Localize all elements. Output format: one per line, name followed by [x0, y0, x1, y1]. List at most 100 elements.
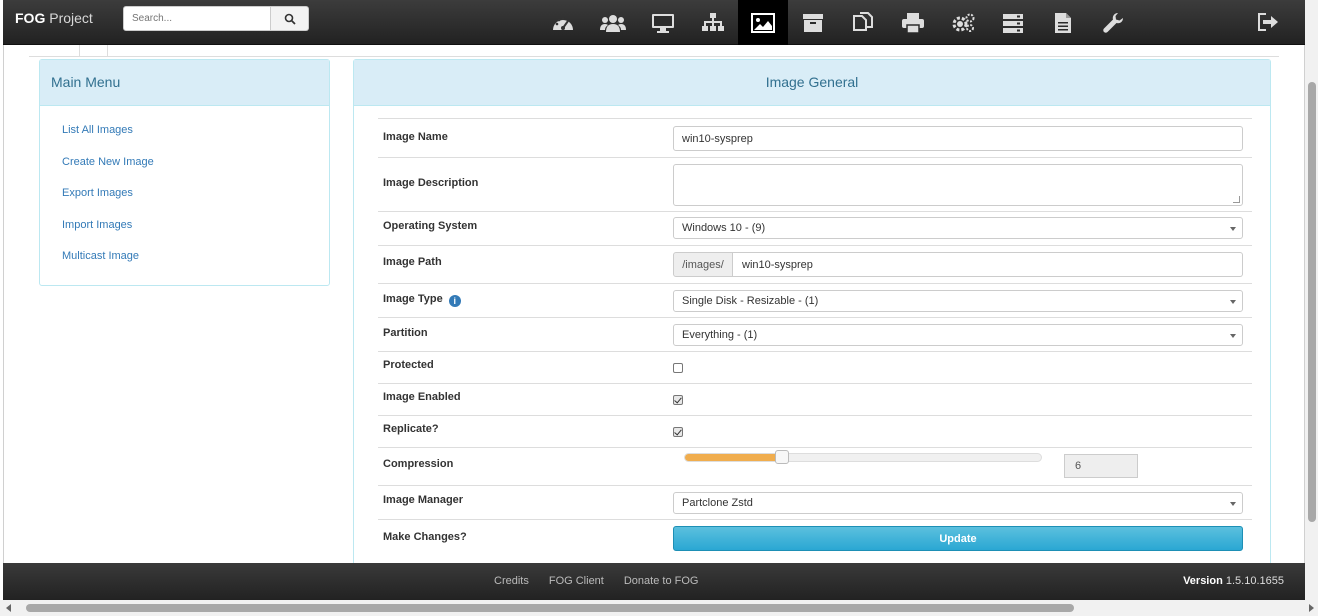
compression-slider-handle[interactable] — [775, 450, 789, 464]
image-enabled-checkbox[interactable] — [673, 395, 683, 405]
row-compression: Compression 6 — [378, 447, 1252, 485]
horizontal-scroll-thumb[interactable] — [26, 604, 1074, 612]
partition-value: Everything - (1) — [682, 329, 758, 341]
tab-strip — [29, 45, 1279, 57]
version-number: 1.5.10.1655 — [1225, 575, 1284, 587]
file-icon — [1055, 12, 1071, 33]
logout-button[interactable] — [1255, 10, 1281, 34]
scroll-left-icon[interactable] — [6, 604, 11, 612]
vertical-scrollbar[interactable] — [1305, 0, 1318, 600]
nav-tasks[interactable] — [988, 0, 1038, 45]
row-image-description: Image Description — [378, 157, 1252, 211]
image-general-title: Image General — [354, 60, 1270, 106]
image-general-panel: Image General Image Name win10-sysprep I… — [353, 59, 1271, 569]
operating-system-value: Windows 10 - (9) — [682, 222, 766, 234]
archive-icon — [803, 13, 823, 32]
chevron-down-icon — [1230, 334, 1236, 338]
label-image-description: Image Description — [383, 177, 479, 189]
info-icon[interactable]: i — [448, 295, 461, 307]
label-partition: Partition — [383, 327, 428, 339]
label-image-path: Image Path — [383, 256, 442, 268]
scroll-right-icon[interactable] — [1309, 604, 1314, 612]
copy-icon — [853, 11, 873, 31]
replicate-checkbox[interactable] — [673, 427, 683, 437]
label-operating-system: Operating System — [383, 220, 478, 232]
chevron-down-icon — [1230, 300, 1236, 304]
image-path-prefix: /images/ — [673, 252, 733, 277]
nav-hosts[interactable] — [638, 0, 688, 45]
content-frame: Main Menu List All Images Create New Ima… — [3, 45, 1305, 569]
monitor-icon — [652, 13, 674, 33]
main-menu-panel: Main Menu List All Images Create New Ima… — [39, 59, 330, 286]
image-description-textarea[interactable] — [673, 164, 1243, 206]
menu-item-import-images[interactable]: Import Images — [62, 219, 329, 251]
brand-rest: Project — [45, 10, 93, 26]
nav-printers[interactable] — [888, 0, 938, 45]
top-navbar: FOG Project — [3, 0, 1305, 45]
compression-slider-fill — [685, 454, 782, 461]
compression-slider[interactable] — [684, 450, 1042, 464]
nav-dashboard[interactable] — [538, 0, 588, 45]
image-path-input[interactable]: win10-sysprep — [733, 252, 1243, 277]
dashboard-icon — [553, 16, 573, 30]
nav-snapins[interactable] — [838, 0, 888, 45]
footer-link-donate[interactable]: Donate to FOG — [624, 575, 699, 587]
vertical-scroll-thumb[interactable] — [1308, 82, 1316, 522]
label-compression: Compression — [383, 458, 454, 470]
search-button[interactable] — [271, 6, 309, 31]
label-make-changes: Make Changes? — [383, 531, 467, 543]
nav-images[interactable] — [738, 0, 788, 45]
footer-link-fog-client[interactable]: FOG Client — [549, 575, 604, 587]
image-icon — [751, 12, 775, 33]
tab-info[interactable] — [39, 45, 42, 51]
sitemap-icon — [702, 12, 724, 31]
brand-strong: FOG — [15, 10, 46, 26]
sign-out-icon — [1258, 13, 1278, 31]
users-icon — [600, 14, 626, 32]
footer-link-credits[interactable]: Credits — [494, 575, 529, 587]
nav-settings[interactable] — [1088, 0, 1138, 45]
row-image-path: Image Path /images/ win10-sysprep — [378, 245, 1252, 283]
row-protected: Protected — [378, 351, 1252, 383]
nav-services[interactable] — [938, 0, 988, 45]
row-make-changes: Make Changes? Update — [378, 519, 1252, 559]
resize-grip[interactable] — [1233, 196, 1240, 203]
label-protected: Protected — [383, 359, 434, 371]
nav-users[interactable] — [588, 0, 638, 45]
footer-version: Version 1.5.10.1655 — [1183, 575, 1284, 587]
chevron-down-icon — [1230, 502, 1236, 506]
label-image-type-wrap: Image Type i — [383, 293, 461, 307]
label-image-enabled: Image Enabled — [383, 391, 461, 403]
image-name-input[interactable]: win10-sysprep — [673, 126, 1243, 151]
menu-item-export-images[interactable]: Export Images — [62, 187, 329, 219]
label-replicate: Replicate? — [383, 423, 439, 435]
horizontal-scrollbar[interactable] — [0, 600, 1318, 616]
tab-general[interactable] — [79, 45, 109, 56]
footer-links: Credits FOG Client Donate to FOG — [494, 575, 698, 587]
brand-logo[interactable]: FOG Project — [15, 10, 93, 26]
search-input[interactable] — [123, 6, 271, 31]
nav-reports[interactable] — [1038, 0, 1088, 45]
nav-groups[interactable] — [688, 0, 738, 45]
menu-item-multicast-image[interactable]: Multicast Image — [62, 250, 329, 282]
label-image-manager: Image Manager — [383, 494, 464, 506]
protected-checkbox[interactable] — [673, 363, 683, 373]
image-manager-value: Partclone Zstd — [682, 497, 753, 509]
footer: Credits FOG Client Donate to FOG Version… — [3, 563, 1305, 600]
image-type-select[interactable]: Single Disk - Resizable - (1) — [673, 290, 1243, 312]
compression-value-box: 6 — [1064, 454, 1138, 478]
row-image-type: Image Type i Single Disk - Resizable - (1… — [378, 283, 1252, 317]
update-button[interactable]: Update — [673, 526, 1243, 551]
version-label: Version — [1183, 575, 1223, 587]
main-menu-title: Main Menu — [40, 60, 329, 106]
row-image-manager: Image Manager Partclone Zstd — [378, 485, 1252, 519]
row-partition: Partition Everything - (1) — [378, 317, 1252, 351]
operating-system-select[interactable]: Windows 10 - (9) — [673, 217, 1243, 239]
partition-select[interactable]: Everything - (1) — [673, 324, 1243, 346]
menu-item-list-all-images[interactable]: List All Images — [62, 124, 329, 156]
menu-item-create-new-image[interactable]: Create New Image — [62, 156, 329, 188]
image-manager-select[interactable]: Partclone Zstd — [673, 492, 1243, 514]
print-icon — [902, 12, 924, 33]
row-replicate: Replicate? — [378, 415, 1252, 447]
nav-storage[interactable] — [788, 0, 838, 45]
